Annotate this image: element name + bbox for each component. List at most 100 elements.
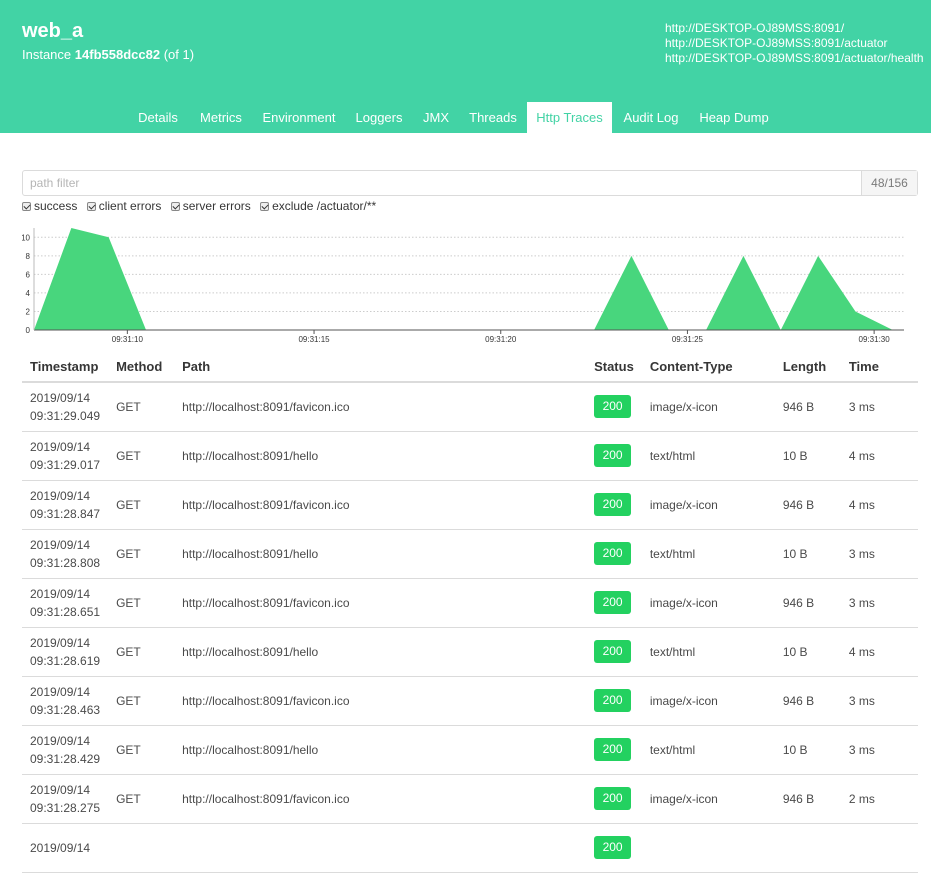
tab-environment[interactable]: Environment — [254, 102, 344, 133]
y-tick-label: 8 — [26, 252, 31, 261]
timestamp-time: 09:31:28.619 — [30, 653, 101, 668]
table-row[interactable]: 2019/09/14 09:31:29.049 GET http://localhos… — [22, 382, 918, 432]
cell-time: 4 ms — [840, 627, 918, 677]
col-time: Time — [840, 352, 918, 383]
x-tick-label: 09:31:30 — [859, 335, 891, 344]
url-link-health[interactable]: http://DESKTOP-OJ89MSS:8091/actuator/hea… — [665, 51, 924, 66]
cell-method: GET — [108, 431, 175, 481]
cell-length: 10 B — [774, 431, 841, 481]
app-header: web_a Instance 14fb558dcc82 (of 1) http:… — [0, 0, 931, 133]
tab-jmx[interactable]: JMX — [414, 102, 458, 133]
tab-http-traces[interactable]: Http Traces — [527, 102, 612, 133]
tab-loggers[interactable]: Loggers — [346, 102, 412, 133]
tab-heap-dump[interactable]: Heap Dump — [690, 102, 778, 133]
path-filter-input[interactable] — [23, 171, 861, 195]
cell-content-type: image/x-icon — [641, 382, 775, 432]
cell-path: http://localhost:8091/hello — [174, 431, 587, 481]
cell-length: 10 B — [774, 725, 841, 775]
table-row[interactable]: 2019/09/14 09:31:29.017 GET http://localhos… — [22, 431, 918, 481]
table-row[interactable]: 2019/09/14 09:31:28.429 GET http://localhos… — [22, 725, 918, 775]
cell-time: 3 ms — [840, 529, 918, 579]
cell-length: 946 B — [774, 480, 841, 530]
cell-status: 200 — [586, 676, 642, 726]
tab-bar: Details Metrics Environment Loggers JMX … — [0, 102, 931, 133]
status-badge: 200 — [594, 444, 632, 467]
cell-status: 200 — [586, 627, 642, 677]
cell-timestamp: 2019/09/14 09:31:28.651 — [22, 578, 109, 628]
col-content-type: Content-Type — [641, 352, 775, 383]
cell-timestamp: 2019/09/14 09:31:28.463 — [22, 676, 109, 726]
y-tick-label: 6 — [26, 270, 31, 279]
cell-path: http://localhost:8091/favicon.ico — [174, 774, 587, 824]
checkbox-exclude-actuator[interactable]: exclude /actuator/** — [260, 199, 376, 213]
cell-content-type: image/x-icon — [641, 480, 775, 530]
instance-urls: http://DESKTOP-OJ89MSS:8091/ http://DESK… — [665, 21, 924, 66]
table-row[interactable]: 2019/09/14 09:31:28.808 GET http://localhos… — [22, 529, 918, 579]
cell-method: GET — [108, 676, 175, 726]
checkbox-checked-icon — [260, 202, 270, 211]
cell-status: 200 — [586, 431, 642, 481]
trace-count: 48/156 — [861, 171, 917, 195]
table-row[interactable]: 2019/09/14 09:31:28.847 GET http://localhos… — [22, 480, 918, 530]
timestamp-date: 2019/09/14 — [30, 684, 91, 699]
checkbox-label: server errors — [182, 199, 251, 213]
cell-length: 946 B — [774, 578, 841, 628]
status-badge: 200 — [594, 738, 632, 761]
table-row[interactable]: 2019/09/14 200 — [22, 823, 918, 873]
instance-info: Instance 14fb558dcc82 (of 1) — [22, 47, 194, 62]
checkbox-server-errors[interactable]: server errors — [170, 199, 251, 213]
cell-time: 2 ms — [840, 774, 918, 824]
x-tick-label: 09:31:25 — [672, 335, 704, 344]
cell-timestamp: 2019/09/14 — [22, 823, 109, 873]
tab-metrics[interactable]: Metrics — [190, 102, 252, 133]
tab-threads[interactable]: Threads — [460, 102, 526, 133]
tab-audit-log[interactable]: Audit Log — [614, 102, 688, 133]
y-tick-label: 4 — [26, 289, 31, 298]
cell-content-type: text/html — [641, 431, 775, 481]
cell-status: 200 — [586, 823, 642, 873]
cell-timestamp: 2019/09/14 09:31:28.275 — [22, 774, 109, 824]
cell-content-type: text/html — [641, 627, 775, 677]
checkbox-checked-icon — [170, 202, 180, 211]
cell-content-type: text/html — [641, 725, 775, 775]
timestamp-date: 2019/09/14 — [30, 586, 91, 601]
x-tick-label: 09:31:15 — [298, 335, 330, 344]
y-tick-label: 2 — [26, 307, 31, 316]
cell-status: 200 — [586, 725, 642, 775]
timestamp-time: 09:31:28.429 — [30, 751, 101, 766]
cell-path: http://localhost:8091/hello — [174, 627, 587, 677]
cell-time: 4 ms — [840, 431, 918, 481]
cell-length: 946 B — [774, 676, 841, 726]
traces-area-series — [34, 228, 893, 330]
cell-path: http://localhost:8091/favicon.ico — [174, 578, 587, 628]
timestamp-time: 09:31:29.049 — [30, 408, 101, 423]
traces-chart: 0 2 4 6 8 10 09:31:10 09:31:15 09:31:20 09:31:25 0… — [22, 228, 904, 344]
timestamp-date: 2019/09/14 — [30, 782, 91, 797]
cell-method: GET — [108, 382, 175, 432]
url-link-base[interactable]: http://DESKTOP-OJ89MSS:8091/ — [665, 21, 924, 36]
table-row[interactable]: 2019/09/14 09:31:28.463 GET http://localhos… — [22, 676, 918, 726]
cell-content-type — [641, 823, 775, 873]
cell-time — [840, 823, 918, 873]
table-row[interactable]: 2019/09/14 09:31:28.619 GET http://localhos… — [22, 627, 918, 677]
checkbox-success[interactable]: success — [22, 199, 77, 213]
checkbox-checked-icon — [22, 202, 31, 211]
cell-length — [774, 823, 841, 873]
timestamp-date: 2019/09/14 — [30, 439, 91, 454]
timestamp-date: 2019/09/14 — [30, 635, 91, 650]
col-length: Length — [774, 352, 841, 383]
checkbox-label: success — [34, 199, 78, 213]
timestamp-time: 09:31:28.463 — [30, 702, 101, 717]
url-link-actuator[interactable]: http://DESKTOP-OJ89MSS:8091/actuator — [665, 36, 924, 51]
cell-time: 3 ms — [840, 382, 918, 432]
checkbox-client-errors[interactable]: client errors — [86, 199, 161, 213]
col-status: Status — [586, 352, 642, 383]
cell-timestamp: 2019/09/14 09:31:28.429 — [22, 725, 109, 775]
instance-prefix: Instance — [22, 47, 72, 62]
table-row[interactable]: 2019/09/14 09:31:28.651 GET http://localhos… — [22, 578, 918, 628]
table-row[interactable]: 2019/09/14 09:31:28.275 GET http://localhos… — [22, 774, 918, 824]
cell-method: GET — [108, 627, 175, 677]
col-method: Method — [108, 352, 175, 383]
cell-content-type: image/x-icon — [641, 774, 775, 824]
tab-details[interactable]: Details — [128, 102, 188, 133]
